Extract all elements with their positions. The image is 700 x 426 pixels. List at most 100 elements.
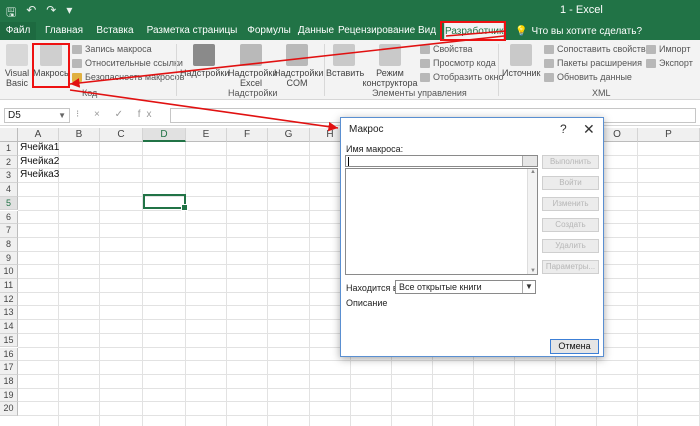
addins-button[interactable]: Надстройки	[180, 44, 229, 78]
select-all-corner[interactable]	[0, 128, 18, 142]
toolbox-icon	[333, 44, 355, 66]
cell-a1[interactable]: Ячейка1	[20, 142, 59, 153]
scrollbar[interactable]: ▲ ▼	[527, 169, 537, 274]
row-header-1[interactable]: 1	[0, 142, 18, 156]
row-header-8[interactable]: 8	[0, 237, 18, 252]
chevron-down-icon[interactable]: ▼	[58, 109, 66, 122]
active-cell-d5[interactable]	[143, 194, 188, 211]
addins-icon	[193, 44, 215, 66]
macros-button-highlight	[32, 43, 70, 88]
grid-line	[58, 142, 59, 426]
tab-review[interactable]: Рецензирование	[338, 22, 415, 40]
name-box[interactable]: D5 ▼	[4, 108, 70, 123]
row-header-9[interactable]: 9	[0, 251, 18, 266]
row-header-14[interactable]: 14	[0, 320, 18, 334]
insert-control-button[interactable]: Вставить	[326, 44, 364, 78]
tab-page-layout[interactable]: Разметка страницы	[142, 22, 242, 40]
refresh-data-button[interactable]: Обновить данные	[544, 72, 632, 82]
record-macro-button[interactable]: Запись макроса	[72, 44, 152, 54]
macro-security-button[interactable]: Безопасность макросов	[72, 72, 184, 82]
developer-tab-highlight	[440, 21, 506, 41]
row-header-3[interactable]: 3	[0, 169, 18, 184]
ribbon: Visual Basic Макросы Запись макроса Отно…	[0, 40, 700, 100]
column-header-d[interactable]: D	[143, 128, 186, 142]
row-header-10[interactable]: 10	[0, 265, 18, 279]
expansion-packs-button[interactable]: Пакеты расширения	[544, 58, 642, 68]
column-header-b[interactable]: B	[59, 128, 100, 142]
tab-formulas[interactable]: Формулы	[244, 22, 294, 40]
group-separator	[176, 44, 177, 96]
excel-addins-button[interactable]: Надстройки Excel	[228, 44, 277, 88]
chevron-down-icon[interactable]: ▼	[522, 281, 535, 293]
delete-button[interactable]: Удалить	[542, 239, 599, 253]
save-icon[interactable]: 🖫	[6, 3, 16, 24]
row-header-12[interactable]: 12	[0, 292, 18, 307]
com-gear-icon	[286, 44, 308, 66]
edit-button[interactable]: Изменить	[542, 197, 599, 211]
row-header-11[interactable]: 11	[0, 279, 18, 293]
warning-icon	[72, 72, 82, 82]
tell-me-box[interactable]: 💡 Что вы хотите сделать?	[515, 22, 642, 40]
help-icon[interactable]: ?	[560, 122, 567, 136]
row-header-7[interactable]: 7	[0, 224, 18, 238]
export-button[interactable]: Экспорт	[646, 58, 693, 68]
tab-home[interactable]: Главная	[40, 22, 88, 40]
customize-icon[interactable]: ▾	[66, 3, 72, 24]
column-header-g[interactable]: G	[268, 128, 310, 142]
column-header-c[interactable]: C	[100, 128, 143, 142]
undo-icon[interactable]: ↶	[26, 3, 36, 24]
macro-list[interactable]: ▲ ▼	[345, 168, 538, 275]
view-code-icon	[420, 58, 430, 68]
row-header-16[interactable]: 16	[0, 347, 18, 362]
tab-file[interactable]: Файл	[0, 22, 36, 40]
import-icon	[646, 44, 656, 54]
quick-access-toolbar: 🖫 ↶ ↷ ▾	[6, 3, 72, 24]
row-header-13[interactable]: 13	[0, 306, 18, 321]
visual-basic-button[interactable]: Visual Basic	[3, 44, 31, 88]
tab-view[interactable]: Вид	[412, 22, 442, 40]
run-button[interactable]: Выполнить	[542, 155, 599, 169]
row-header-6[interactable]: 6	[0, 210, 18, 225]
tab-insert[interactable]: Вставка	[90, 22, 140, 40]
xml-source-button[interactable]: Источник	[502, 44, 540, 78]
step-into-button[interactable]: Войти	[542, 176, 599, 190]
cancel-button[interactable]: Отмена	[550, 339, 599, 354]
row-header-5[interactable]: 5	[0, 196, 18, 211]
scroll-up-icon[interactable]: ▲	[530, 169, 536, 175]
redo-icon[interactable]: ↷	[46, 3, 56, 24]
column-header-p[interactable]: P	[638, 128, 700, 142]
row-header-2[interactable]: 2	[0, 155, 18, 170]
design-mode-button[interactable]: Режим конструктора	[362, 44, 418, 88]
location-select[interactable]: Все открытые книги ▼	[395, 280, 536, 294]
cell-picker-icon[interactable]	[522, 156, 537, 166]
row-header-20[interactable]: 20	[0, 402, 18, 416]
properties-button[interactable]: Свойства	[420, 44, 473, 54]
row-header-4[interactable]: 4	[0, 183, 18, 197]
run-dialog-button[interactable]: Отобразить окно	[420, 72, 503, 82]
row-header-15[interactable]: 15	[0, 333, 18, 348]
tab-data[interactable]: Данные	[296, 22, 336, 40]
map-properties-button[interactable]: Сопоставить свойства	[544, 44, 651, 54]
column-header-e[interactable]: E	[186, 128, 227, 142]
view-code-button[interactable]: Просмотр кода	[420, 58, 496, 68]
column-header-a[interactable]: A	[18, 128, 59, 142]
formula-buttons[interactable]: ⁝ × ✓ fx	[76, 109, 158, 120]
title-bar: 🖫 ↶ ↷ ▾ 1 - Excel	[0, 0, 700, 22]
row-header-19[interactable]: 19	[0, 388, 18, 403]
grid-line	[18, 373, 700, 375]
options-button[interactable]: Параметры...	[542, 260, 599, 274]
import-button[interactable]: Импорт	[646, 44, 690, 54]
close-icon[interactable]: ✕	[583, 121, 595, 138]
column-header-f[interactable]: F	[227, 128, 268, 142]
group-separator	[498, 44, 499, 96]
com-addins-button[interactable]: Надстройки COM	[274, 44, 323, 88]
cell-a2[interactable]: Ячейка2	[20, 156, 59, 167]
row-header-18[interactable]: 18	[0, 374, 18, 389]
scroll-down-icon[interactable]: ▼	[530, 268, 536, 274]
cell-a3[interactable]: Ячейка3	[20, 169, 59, 180]
row-header-17[interactable]: 17	[0, 361, 18, 375]
create-button[interactable]: Создать	[542, 218, 599, 232]
macro-name-input[interactable]	[345, 155, 538, 167]
grid-line	[99, 142, 100, 426]
relative-refs-button[interactable]: Относительные ссылки	[72, 58, 183, 68]
